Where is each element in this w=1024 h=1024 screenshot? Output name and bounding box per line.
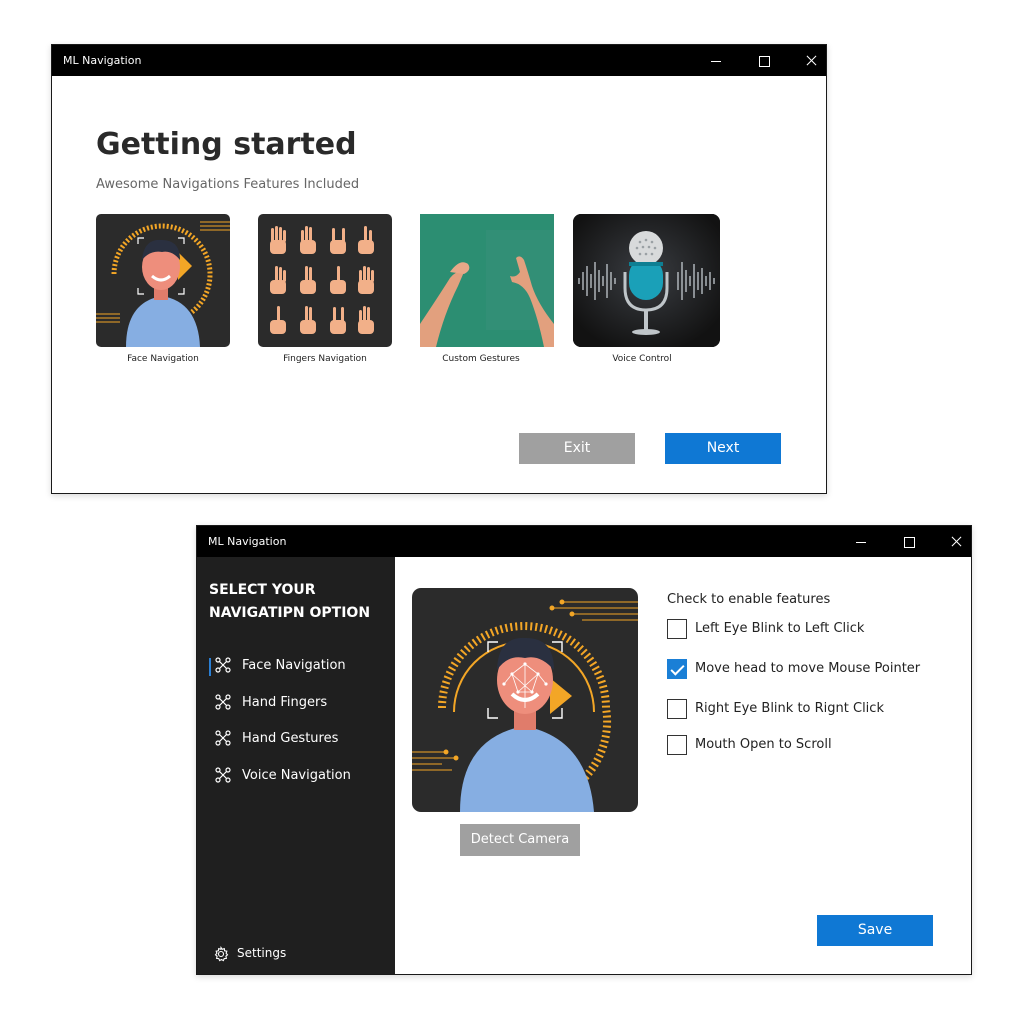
card-label-voice-control: Voice Control [612, 354, 672, 364]
exit-button[interactable]: Exit [519, 433, 635, 464]
nodes-icon [215, 657, 231, 673]
feature-mouth-open[interactable]: Mouth Open to Scroll [667, 735, 957, 757]
card-voice-control[interactable] [573, 214, 720, 347]
settings-label: Settings [237, 946, 287, 960]
close-icon[interactable] [788, 45, 834, 76]
hand-gestures-grid-icon [270, 226, 374, 334]
sidebar-item-hand-fingers[interactable]: Hand Fingers [209, 691, 389, 715]
page-title: Getting started [96, 127, 357, 162]
checkbox-label: Right Eye Blink to Rignt Click [695, 701, 884, 716]
detect-camera-button[interactable]: Detect Camera [460, 824, 580, 856]
gear-icon [214, 946, 229, 962]
sidebar-item-voice-navigation[interactable]: Voice Navigation [209, 764, 389, 788]
hands-photo-icon [420, 214, 554, 347]
maximize-icon[interactable] [741, 45, 787, 76]
sidebar-item-hand-gestures[interactable]: Hand Gestures [209, 727, 389, 751]
window-title: ML Navigation [208, 535, 287, 548]
feature-left-eye-blink[interactable]: Left Eye Blink to Left Click [667, 619, 957, 641]
save-button[interactable]: Save [817, 915, 933, 946]
checkbox[interactable] [667, 735, 687, 755]
nodes-icon [215, 694, 231, 710]
feature-move-head[interactable]: Move head to move Mouse Pointer [667, 659, 957, 681]
card-custom-gestures[interactable] [420, 214, 554, 347]
settings-button[interactable]: Settings [213, 944, 333, 964]
title-bar[interactable]: ML Navigation [197, 526, 971, 557]
title-bar[interactable]: ML Navigation [52, 45, 826, 76]
checkbox-label: Left Eye Blink to Left Click [695, 621, 865, 636]
close-icon[interactable] [933, 526, 979, 557]
sidebar-item-label: Hand Fingers [242, 695, 328, 710]
maximize-icon[interactable] [886, 526, 932, 557]
next-button[interactable]: Next [665, 433, 781, 464]
window-title: ML Navigation [63, 54, 142, 67]
checkbox-checked[interactable] [667, 659, 687, 679]
minimize-icon[interactable] [838, 526, 884, 557]
sidebar: SELECT YOUR NAVIGATIPN OPTION Face Navig… [197, 557, 395, 974]
sidebar-item-face-navigation[interactable]: Face Navigation [209, 654, 389, 678]
feature-right-eye-blink[interactable]: Right Eye Blink to Rignt Click [667, 699, 957, 721]
checkbox[interactable] [667, 699, 687, 719]
card-label-custom-gestures: Custom Gestures [442, 354, 520, 364]
checkbox[interactable] [667, 619, 687, 639]
camera-preview [412, 588, 638, 812]
face-scan-illustration-icon [412, 599, 638, 812]
card-fingers-navigation[interactable] [258, 214, 392, 347]
card-label-face-navigation: Face Navigation [127, 354, 199, 364]
page-subtitle: Awesome Navigations Features Included [96, 177, 360, 192]
sidebar-title: SELECT YOUR NAVIGATIPN OPTION [209, 582, 371, 621]
nodes-icon [215, 730, 231, 746]
sidebar-item-label: Hand Gestures [242, 731, 339, 746]
sidebar-item-label: Face Navigation [242, 658, 346, 673]
sidebar-item-label: Voice Navigation [242, 768, 351, 783]
card-label-fingers-navigation: Fingers Navigation [283, 354, 367, 364]
checkbox-label: Move head to move Mouse Pointer [695, 661, 921, 676]
minimize-icon[interactable] [693, 45, 739, 76]
card-face-navigation[interactable] [96, 214, 230, 347]
features-title: Check to enable features [667, 592, 831, 607]
nodes-icon [215, 767, 231, 783]
checkbox-label: Mouth Open to Scroll [695, 737, 832, 752]
getting-started-window: ML Navigation Getting started Awesome Na… [51, 44, 827, 494]
navigation-options-window: ML Navigation SELECT YOUR NAVIGATIPN OPT… [196, 525, 972, 975]
microphone-illustration-icon [573, 214, 720, 347]
face-scan-illustration-icon [96, 221, 230, 347]
